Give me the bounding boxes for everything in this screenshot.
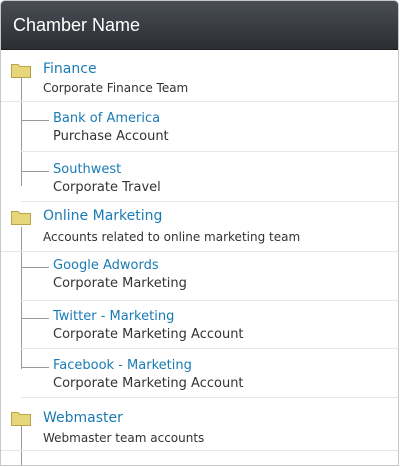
folder-row-finance[interactable]: Finance Corporate Finance Team [1,50,398,102]
account-title[interactable]: Bank of America [53,111,160,126]
folder-subtitle: Corporate Finance Team [43,81,189,95]
account-title[interactable]: Southwest [53,162,121,177]
panel-title: Chamber Name [13,15,141,35]
folder-icon [11,64,31,78]
folder-subtitle: Webmaster team accounts [43,431,205,445]
tree-branch [21,318,49,319]
folder-row-online-marketing[interactable]: Online Marketing Accounts related to onl… [1,202,398,252]
tree-branch [21,267,49,268]
tree-branch [21,367,49,368]
folder-row-webmaster[interactable]: Webmaster Webmaster team accounts [1,398,398,451]
account-row-bank-of-america[interactable]: Bank of America Purchase Account [1,102,398,152]
account-row-twitter-marketing[interactable]: Twitter - Marketing Corporate Marketing … [1,301,398,349]
account-title[interactable]: Google Adwords [53,258,159,273]
account-title[interactable]: Twitter - Marketing [53,309,174,324]
chamber-panel: Chamber Name Finance Corporate Finance T… [0,0,399,466]
account-subtitle: Corporate Marketing [53,276,187,291]
account-row-google-adwords[interactable]: Google Adwords Corporate Marketing [1,252,398,301]
tree-branch [21,171,49,172]
account-row-facebook-marketing[interactable]: Facebook - Marketing Corporate Marketing… [1,349,398,398]
folder-icon [11,211,31,225]
folder-title[interactable]: Online Marketing [43,208,162,224]
folder-subtitle: Accounts related to online marketing tea… [43,230,301,244]
account-subtitle: Corporate Travel [53,180,161,195]
folder-icon [11,412,31,426]
panel-header: Chamber Name [1,1,398,50]
tree-branch [21,120,49,121]
account-row-southwest[interactable]: Southwest Corporate Travel [1,152,398,202]
account-subtitle: Corporate Marketing Account [53,327,244,342]
account-subtitle: Purchase Account [53,129,169,144]
account-title[interactable]: Facebook - Marketing [53,358,192,373]
account-subtitle: Corporate Marketing Account [53,376,244,391]
folder-title[interactable]: Finance [43,61,97,77]
folder-title[interactable]: Webmaster [43,410,123,426]
